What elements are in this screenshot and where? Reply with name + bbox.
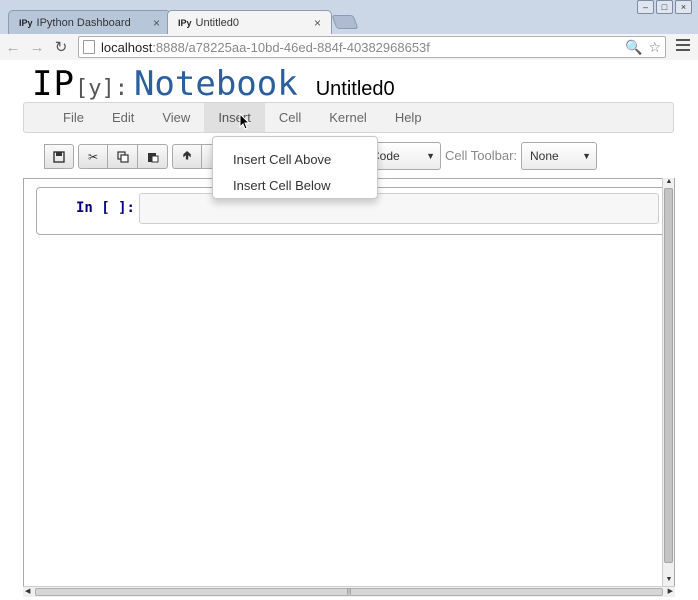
notebook-container: In [ ]: <box>23 178 675 593</box>
notebook-toolbar: ✂ 🢁 🢃 <box>44 144 236 169</box>
ipython-favicon-icon: IPy <box>178 17 192 28</box>
menu-file[interactable]: File <box>49 103 98 132</box>
scroll-down-icon[interactable]: ▼ <box>663 576 675 586</box>
tab-ipython-dashboard[interactable]: IPy IPython Dashboard × <box>8 10 171 34</box>
browser-toolbar: ← → ↻ localhost:8888/a78225aa-10bd-46ed-… <box>0 34 698 60</box>
input-prompt: In [ ]: <box>75 200 135 216</box>
tab-label: IPython Dashboard <box>36 16 131 29</box>
insert-dropdown-menu: Insert Cell Above Insert Cell Below <box>212 136 378 199</box>
scrollbar-thumb[interactable] <box>664 188 673 563</box>
notebook-header: IP [y]: Notebook Untitled0 <box>32 64 395 104</box>
window-controls: – □ × <box>637 0 692 14</box>
forward-arrow-icon[interactable]: → <box>26 36 48 58</box>
cut-icon[interactable]: ✂ <box>78 144 108 169</box>
cell-toolbar-select[interactable]: None ▼ <box>521 142 597 170</box>
vertical-scrollbar[interactable]: ▲ ▼ <box>662 178 674 586</box>
dropdown-arrow-icon: ▼ <box>582 151 591 161</box>
cell-toolbar-label: Cell Toolbar: <box>445 148 518 163</box>
window-close-icon[interactable]: × <box>675 0 692 14</box>
back-arrow-icon[interactable]: ← <box>2 36 24 58</box>
zoom-icon[interactable]: 🔍 <box>625 39 642 56</box>
url-host: localhost <box>101 39 153 55</box>
scroll-left-icon[interactable]: ◀ <box>25 587 30 595</box>
new-tab-button[interactable] <box>331 15 359 29</box>
star-icon[interactable]: ☆ <box>648 39 661 56</box>
menu-view[interactable]: View <box>148 103 204 132</box>
dropdown-arrow-icon: ▼ <box>426 151 435 161</box>
maximize-icon[interactable]: □ <box>656 0 673 14</box>
page-icon <box>83 40 95 54</box>
menu-icon[interactable] <box>676 39 690 54</box>
reload-icon[interactable]: ↻ <box>50 36 72 58</box>
browser-titlebar: IPy IPython Dashboard × IPy Untitled0 × … <box>0 0 698 34</box>
ipython-favicon-icon: IPy <box>19 17 33 28</box>
menu-cell[interactable]: Cell <box>265 103 315 132</box>
address-bar[interactable]: localhost:8888/a78225aa-10bd-46ed-884f-4… <box>78 36 666 58</box>
notebook-menubar: File Edit View Insert Cell Kernel Help <box>23 102 674 133</box>
move-up-icon[interactable]: 🢁 <box>172 144 202 169</box>
logo-ip: IP <box>32 64 75 104</box>
scroll-up-icon[interactable]: ▲ <box>663 178 675 188</box>
logo-y: [y]: <box>74 76 128 101</box>
menu-help[interactable]: Help <box>381 103 436 132</box>
horizontal-scrollbar[interactable]: ◀ ||| ▶ <box>23 586 675 597</box>
logo-notebook: Notebook <box>133 64 298 104</box>
tab-untitled0[interactable]: IPy Untitled0 × <box>167 10 332 34</box>
menu-kernel[interactable]: Kernel <box>315 103 381 132</box>
insert-cell-above[interactable]: Insert Cell Above <box>213 146 377 172</box>
menu-insert[interactable]: Insert <box>204 103 265 132</box>
minimize-icon[interactable]: – <box>637 0 654 14</box>
url-path: :8888/a78225aa-10bd-46ed-884f-4038296865… <box>152 39 430 55</box>
tab-close-icon[interactable]: × <box>314 16 321 30</box>
scrollbar-thumb[interactable]: ||| <box>35 588 663 596</box>
scroll-right-icon[interactable]: ▶ <box>668 587 673 595</box>
menu-edit[interactable]: Edit <box>98 103 148 132</box>
notebook-name[interactable]: Untitled0 <box>316 78 395 101</box>
tab-label: Untitled0 <box>195 16 239 29</box>
insert-cell-below[interactable]: Insert Cell Below <box>213 172 377 198</box>
save-icon[interactable] <box>44 144 74 169</box>
tab-close-icon[interactable]: × <box>153 16 160 30</box>
copy-icon[interactable] <box>108 144 138 169</box>
cell-toolbar-value: None <box>530 149 559 163</box>
paste-icon[interactable] <box>138 144 168 169</box>
mouse-cursor-icon <box>239 113 250 130</box>
